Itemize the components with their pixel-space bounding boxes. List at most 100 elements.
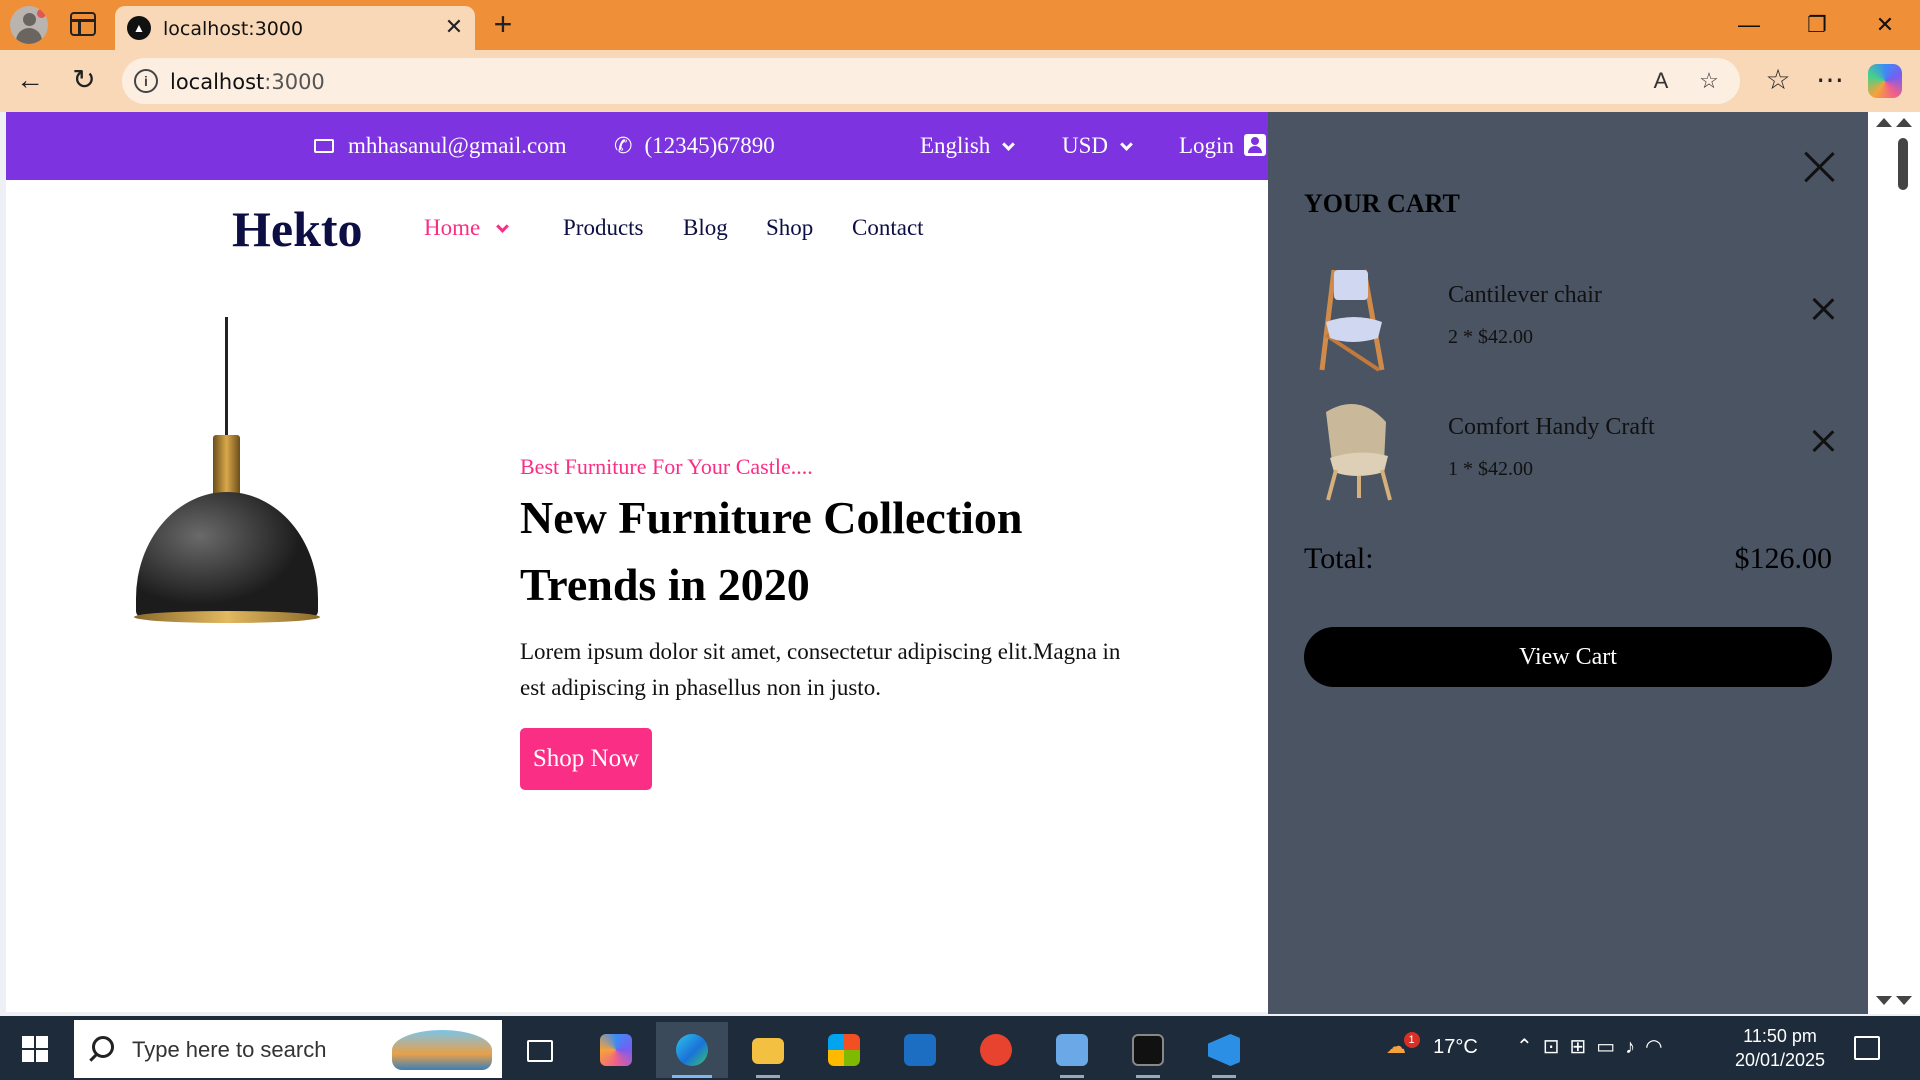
profile-avatar-icon[interactable] — [10, 6, 48, 44]
copilot-app-icon[interactable] — [580, 1022, 652, 1078]
new-tab-button[interactable]: + — [485, 6, 521, 42]
task-view-icon[interactable] — [504, 1022, 576, 1078]
close-cart-icon[interactable] — [1799, 147, 1839, 187]
cart-item-qty: 1 * $42.00 — [1448, 458, 1533, 480]
page-scrollbar[interactable] — [1868, 112, 1920, 1014]
comfort-handy-craft-image — [1326, 404, 1392, 501]
taskbar-search[interactable]: Type here to search — [74, 1020, 502, 1078]
outlook-icon[interactable] — [884, 1022, 956, 1078]
currency-dropdown[interactable]: USD — [1062, 132, 1133, 160]
remove-item-icon[interactable] — [1812, 430, 1834, 452]
terminal-icon[interactable] — [1112, 1022, 1184, 1078]
cart-item: Cantilever chair 2 * $42.00 — [1304, 260, 1832, 380]
windows-start-icon[interactable] — [22, 1036, 48, 1062]
tab-close-icon[interactable]: ✕ — [441, 14, 467, 40]
more-options-icon[interactable]: ⋯ — [1810, 60, 1850, 100]
browser-tab[interactable]: ▲ localhost:3000 ✕ — [115, 6, 475, 50]
chevron-down-icon — [1120, 138, 1133, 151]
shop-now-button[interactable]: Shop Now — [520, 728, 652, 790]
cart-total-value: $126.00 — [1734, 542, 1833, 575]
tab-actions-icon[interactable] — [70, 12, 96, 36]
taskbar: Type here to search ☁ 1 17°C ⌃⊡⊞▭♪◠ 11:5… — [0, 1016, 1920, 1080]
phone-text: (12345)67890 — [644, 133, 775, 158]
url-text: localhost:3000 — [170, 70, 325, 94]
browser-tab-strip: ▲ localhost:3000 ✕ + — ❐ ✕ — [0, 0, 1920, 50]
temperature-text: 17°C — [1433, 1036, 1478, 1058]
scroll-thumb[interactable] — [1898, 138, 1908, 190]
url-port: :3000 — [264, 70, 325, 94]
copilot-icon[interactable] — [1868, 64, 1902, 98]
user-icon — [1243, 133, 1266, 156]
system-tray-icons[interactable]: ⌃⊡⊞▭♪◠ — [1516, 1034, 1673, 1059]
read-aloud-icon[interactable]: A — [1646, 66, 1676, 96]
scroll-up-icon[interactable] — [1876, 118, 1892, 127]
language-dropdown[interactable]: English — [920, 132, 1016, 160]
file-explorer-icon[interactable] — [732, 1022, 804, 1078]
clock-time: 11:50 pm — [1743, 1026, 1817, 1046]
cart-item-name: Cantilever chair — [1448, 282, 1602, 308]
phone-contact[interactable]: ✆ (12345)67890 — [614, 132, 775, 160]
cart-total-label: Total: — [1304, 542, 1374, 575]
vscode-icon[interactable] — [1188, 1022, 1260, 1078]
wps-office-icon[interactable] — [960, 1022, 1032, 1078]
favicon-icon: ▲ — [127, 16, 151, 40]
cart-item-qty: 2 * $42.00 — [1448, 326, 1533, 348]
search-icon — [92, 1036, 114, 1058]
currency-label: USD — [1062, 133, 1109, 158]
notification-icon[interactable] — [1854, 1036, 1880, 1060]
nav-home[interactable]: Home — [424, 215, 510, 241]
cart-heading: YOUR CART — [1304, 189, 1460, 218]
taskbar-clock[interactable]: 11:50 pm 20/01/2025 — [1730, 1024, 1830, 1072]
favorite-star-icon[interactable]: ☆ — [1694, 66, 1724, 96]
scroll-down-icon[interactable] — [1876, 996, 1892, 1005]
browser-toolbar: ← ↻ i localhost:3000 A ☆ ☆ ⋯ — [0, 50, 1920, 112]
nav-home-label: Home — [424, 215, 481, 240]
cart-drawer: YOUR CART Cantilever chair 2 * $42.00 Co… — [1268, 112, 1868, 1014]
login-link[interactable]: Login — [1179, 132, 1266, 160]
url-host: localhost — [170, 70, 265, 94]
refresh-icon[interactable]: ↻ — [64, 60, 104, 100]
cart-item: Comfort Handy Craft 1 * $42.00 — [1304, 392, 1832, 512]
image-viewer-icon[interactable] — [1036, 1022, 1108, 1078]
hero-description: Lorem ipsum dolor sit amet, consectetur … — [520, 639, 1121, 700]
clock-date: 20/01/2025 — [1734, 1050, 1826, 1070]
edge-browser-icon[interactable] — [656, 1022, 728, 1078]
site-topbar: mhhasanul@gmail.com ✆ (12345)67890 Englis… — [6, 112, 1268, 180]
cantilever-chair-image — [1319, 269, 1385, 372]
search-placeholder: Type here to search — [132, 1037, 327, 1062]
chevron-down-icon — [1002, 138, 1016, 151]
hero-tagline: Best Furniture For Your Castle.... — [520, 454, 813, 479]
web-page: mhhasanul@gmail.com ✆ (12345)67890 Englis… — [6, 112, 1268, 1012]
scroll-up-icon[interactable] — [1896, 118, 1912, 127]
site-logo[interactable]: Hekto — [232, 200, 363, 258]
email-contact[interactable]: mhhasanul@gmail.com — [314, 132, 567, 160]
mail-icon — [314, 138, 334, 153]
chevron-down-icon — [496, 220, 510, 233]
restore-button[interactable]: ❐ — [1782, 0, 1852, 50]
weather-widget[interactable]: ☁ 1 17°C — [1386, 1032, 1478, 1059]
view-cart-button[interactable]: View Cart — [1304, 627, 1832, 687]
nav-products[interactable]: Products — [563, 215, 644, 241]
hero-title: New Furniture Collection Trends in 2020 — [520, 492, 1023, 610]
nav-blog[interactable]: Blog — [683, 215, 728, 241]
scroll-down-icon[interactable] — [1896, 996, 1912, 1005]
language-label: English — [920, 133, 991, 158]
weather-badge: 1 — [1403, 1032, 1420, 1048]
search-highlight-image — [392, 1030, 492, 1070]
tab-title: localhost:3000 — [163, 18, 304, 40]
microsoft-store-icon[interactable] — [808, 1022, 880, 1078]
cart-item-name: Comfort Handy Craft — [1448, 414, 1655, 440]
pendant-lamp-image — [126, 317, 326, 697]
address-bar[interactable]: i localhost:3000 A ☆ — [122, 58, 1740, 104]
nav-shop[interactable]: Shop — [766, 215, 813, 241]
close-window-button[interactable]: ✕ — [1850, 0, 1920, 50]
remove-item-icon[interactable] — [1812, 298, 1834, 320]
site-info-icon[interactable]: i — [134, 69, 158, 93]
email-text: mhhasanul@gmail.com — [348, 133, 567, 158]
minimize-button[interactable]: — — [1714, 0, 1784, 50]
phone-icon: ✆ — [614, 133, 633, 158]
back-arrow-icon[interactable]: ← — [10, 60, 50, 100]
favorites-icon[interactable]: ☆ — [1758, 60, 1798, 100]
nav-contact[interactable]: Contact — [852, 215, 924, 241]
login-label: Login — [1179, 133, 1234, 158]
